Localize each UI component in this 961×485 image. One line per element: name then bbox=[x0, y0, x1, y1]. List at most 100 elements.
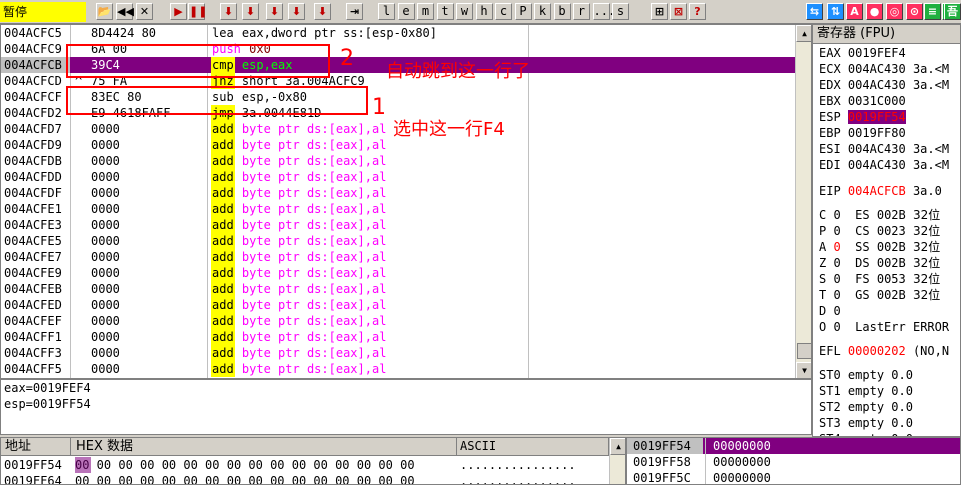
toolbar-letter-button[interactable]: t bbox=[436, 3, 454, 20]
goto-icon[interactable]: ⇥ bbox=[346, 3, 363, 20]
register-value: 004AC430 bbox=[847, 142, 906, 156]
toolbar-letter-button[interactable]: k bbox=[534, 3, 551, 20]
target-icon[interactable]: ◎ bbox=[886, 3, 903, 20]
trace-icon[interactable]: ⊙ bbox=[906, 3, 923, 20]
step-into-icon[interactable]: ⬇ bbox=[220, 3, 237, 20]
scroll-up-icon[interactable]: ▲ bbox=[610, 438, 625, 455]
disassembly-row[interactable]: 004ACFDF 0000 add byte ptr ds:[eax],al bbox=[1, 185, 795, 201]
flag-bit[interactable]: 0 bbox=[833, 208, 840, 222]
trace-into-icon[interactable]: ⬇ bbox=[266, 3, 283, 20]
disassembly-row[interactable]: 004ACFDB 0000 add byte ptr ds:[eax],al bbox=[1, 153, 795, 169]
fpu-register[interactable]: ST1 empty 0.0 bbox=[819, 383, 913, 399]
trace-over-icon[interactable]: ⬇ bbox=[288, 3, 305, 20]
sort-icon[interactable]: ⇅ bbox=[827, 3, 844, 20]
register-esp[interactable]: ESP 0019FF54 bbox=[819, 109, 913, 125]
fpu-register[interactable]: ST2 empty 0.0 bbox=[819, 399, 913, 415]
flag-bit[interactable]: 0 bbox=[833, 304, 840, 318]
flag-row[interactable]: Z 0 DS 002B 32位 bbox=[819, 255, 940, 271]
font-icon[interactable]: A bbox=[846, 3, 863, 20]
register-ecx[interactable]: ECX 004AC430 3a.<M bbox=[819, 61, 949, 77]
scroll-down-icon[interactable]: ▼ bbox=[796, 362, 811, 378]
language-icon[interactable]: 吾 bbox=[944, 3, 961, 20]
fpu-register[interactable]: ST3 empty 0.0 bbox=[819, 415, 913, 431]
refresh-icon[interactable]: ⇆ bbox=[806, 3, 823, 20]
register-ebp[interactable]: EBP 0019FF80 bbox=[819, 125, 913, 141]
run-icon[interactable]: ▶ bbox=[170, 3, 187, 20]
toolbar-letter-button[interactable]: l bbox=[378, 3, 395, 20]
stack-row[interactable]: 0019FF5C 00000000 bbox=[627, 470, 960, 484]
flag-row[interactable]: A 0 SS 002B 32位 bbox=[819, 239, 940, 255]
toolbar-letter-button[interactable]: P bbox=[514, 3, 532, 20]
disassembly-row[interactable]: 004ACFE7 0000 add byte ptr ds:[eax],al bbox=[1, 249, 795, 265]
toolbar-letter-button[interactable]: b bbox=[553, 3, 571, 20]
disassembly-scrollbar[interactable]: ▲ ▼ bbox=[795, 25, 811, 378]
disassembly-row[interactable]: 004ACFF1 0000 add byte ptr ds:[eax],al bbox=[1, 329, 795, 345]
toolbar-letter-button[interactable]: w bbox=[456, 3, 473, 20]
dump-row[interactable]: 0019FF64 00 00 00 00 00 00 00 00 00 00 00… bbox=[1, 473, 609, 484]
flag-row[interactable]: D 0 bbox=[819, 303, 870, 319]
disassembly-row[interactable]: 004ACFED 0000 add byte ptr ds:[eax],al bbox=[1, 297, 795, 313]
flag-row[interactable]: P 0 CS 0023 32位 bbox=[819, 223, 940, 239]
disassembly-row[interactable]: 004ACFEB 0000 add byte ptr ds:[eax],al bbox=[1, 281, 795, 297]
disassembly-row[interactable]: 004ACFE9 0000 add byte ptr ds:[eax],al bbox=[1, 265, 795, 281]
flag-row[interactable]: C 0 ES 002B 32位 bbox=[819, 207, 940, 223]
dump-header-hex[interactable]: HEX 数据 bbox=[71, 438, 457, 456]
scroll-up-icon[interactable]: ▲ bbox=[796, 25, 811, 42]
patch-icon[interactable]: ⊠ bbox=[670, 3, 687, 20]
disassembly-row[interactable]: 004ACFF3 0000 add byte ptr ds:[eax],al bbox=[1, 345, 795, 361]
register-edi[interactable]: EDI 004AC430 3a.<M bbox=[819, 157, 949, 173]
pause-icon[interactable]: ❚❚ bbox=[188, 3, 207, 20]
restart-icon[interactable]: ◀◀ bbox=[116, 3, 134, 20]
toolbar-letter-button[interactable]: ... bbox=[592, 3, 615, 20]
options-icon[interactable]: ⊞ bbox=[651, 3, 668, 20]
hex-dump-pane[interactable]: 地址 HEX 数据 ASCII 0019FF54 00 00 00 00 00 0… bbox=[0, 437, 626, 485]
register-ebx[interactable]: EBX 0031C000 bbox=[819, 93, 913, 109]
execute-till-return-icon[interactable]: ⬇ bbox=[314, 3, 331, 20]
toolbar-letter-button[interactable]: m bbox=[417, 3, 434, 20]
dump-header-ascii[interactable]: ASCII bbox=[457, 438, 609, 456]
fpu-register[interactable]: ST0 empty 0.0 bbox=[819, 367, 913, 383]
registers-pane[interactable]: 寄存器 (FPU) EAX 0019FEF4 ECX 004AC430 3a.<… bbox=[812, 24, 961, 437]
register-eax[interactable]: EAX 0019FEF4 bbox=[819, 45, 913, 61]
register-esi[interactable]: ESI 004AC430 3a.<M bbox=[819, 141, 949, 157]
register-efl[interactable]: EFL 00000202 (NO,N bbox=[819, 343, 949, 359]
flag-bit[interactable]: 0 bbox=[833, 224, 840, 238]
flag-bit[interactable]: 0 bbox=[833, 272, 840, 286]
disassembly-row[interactable]: 004ACFDD 0000 add byte ptr ds:[eax],al bbox=[1, 169, 795, 185]
flag-bit[interactable]: 0 bbox=[833, 288, 840, 302]
flag-bit[interactable]: 0 bbox=[833, 256, 840, 270]
disassembly-row[interactable]: 004ACFF5 0000 add byte ptr ds:[eax],al bbox=[1, 361, 795, 377]
flag-row[interactable]: S 0 FS 0053 32位 bbox=[819, 271, 940, 287]
register-eip[interactable]: EIP 004ACFCB 3a.0 bbox=[819, 183, 942, 199]
dump-scrollbar[interactable]: ▲ bbox=[609, 438, 625, 484]
disassembly-row[interactable]: 004ACFE5 0000 add byte ptr ds:[eax],al bbox=[1, 233, 795, 249]
flag-row[interactable]: T 0 GS 002B 32位 bbox=[819, 287, 940, 303]
flag-row[interactable]: O 0 LastErr ERROR bbox=[819, 319, 956, 335]
disassembly-row[interactable]: 004ACFC5 8D4424 80 lea eax,dword ptr ss:[e… bbox=[1, 25, 795, 41]
disassembly-row[interactable]: 004ACFE3 0000 add byte ptr ds:[eax],al bbox=[1, 217, 795, 233]
flag-bit[interactable]: 0 bbox=[833, 320, 840, 334]
toolbar-letter-button[interactable]: r bbox=[573, 3, 590, 20]
open-icon[interactable]: 📂 bbox=[96, 3, 113, 20]
dump-header-address[interactable]: 地址 bbox=[1, 438, 71, 456]
stack-row[interactable]: 0019FF58 00000000 bbox=[627, 454, 960, 470]
log-icon[interactable]: ≡ bbox=[924, 3, 941, 20]
disassembly-row[interactable]: 004ACFEF 0000 add byte ptr ds:[eax],al bbox=[1, 313, 795, 329]
toolbar-letter-button[interactable]: s bbox=[612, 3, 629, 20]
dump-row[interactable]: 0019FF54 00 00 00 00 00 00 00 00 00 00 00… bbox=[1, 457, 609, 473]
close-icon[interactable]: ✕ bbox=[136, 3, 153, 20]
flag-bit[interactable]: 0 bbox=[833, 240, 840, 254]
register-edx[interactable]: EDX 004AC430 3a.<M bbox=[819, 77, 949, 93]
disassembly-row[interactable]: 004ACFE1 0000 add byte ptr ds:[eax],al bbox=[1, 201, 795, 217]
scroll-thumb[interactable] bbox=[797, 343, 811, 359]
toolbar-letter-button[interactable]: e bbox=[397, 3, 415, 20]
help-icon[interactable]: ? bbox=[689, 3, 706, 20]
step-over-icon[interactable]: ⬇ bbox=[242, 3, 259, 20]
segment-name: GS bbox=[855, 288, 870, 302]
stack-pane[interactable]: 0019FF54 00000000 0019FF58 00000000 0019FF5C… bbox=[626, 437, 961, 485]
toolbar-letter-button[interactable]: c bbox=[495, 3, 512, 20]
toolbar-letter-button[interactable]: h bbox=[475, 3, 493, 20]
info-line: eax=0019FEF4 bbox=[4, 381, 91, 395]
breakpoint-icon[interactable]: ● bbox=[866, 3, 883, 20]
stack-row[interactable]: 0019FF54 00000000 bbox=[627, 438, 960, 454]
